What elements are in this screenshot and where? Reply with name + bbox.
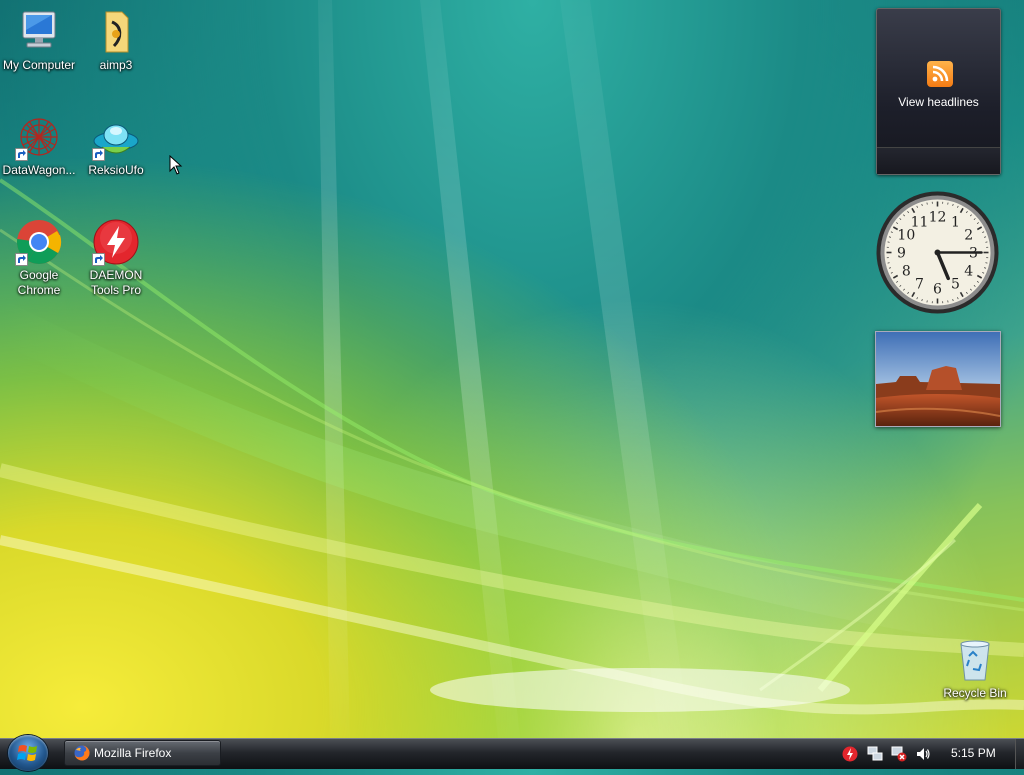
shortcut-arrow-icon [15, 253, 28, 266]
desktop-icon-daemon-tools-pro[interactable]: DAEMON Tools Pro [77, 218, 155, 298]
computer-icon [15, 8, 63, 56]
view-headlines-link[interactable]: View headlines [877, 95, 1000, 109]
volume-icon[interactable] [915, 746, 931, 762]
shortcut-arrow-icon [92, 253, 105, 266]
shortcut-arrow-icon [15, 148, 28, 161]
shortcut-arrow-icon [92, 148, 105, 161]
system-tray: 5:15 PM [836, 739, 1024, 769]
desktop-icon-my-computer[interactable]: My Computer [0, 8, 78, 73]
clock-numeral: 9 [897, 246, 906, 262]
rss-icon [927, 61, 953, 87]
show-desktop-button[interactable] [1015, 739, 1024, 769]
ufo-icon [92, 113, 140, 161]
icon-label: DAEMON Tools Pro [77, 268, 155, 298]
clock-numeral: 7 [915, 277, 924, 293]
desktop-icon-aimp3[interactable]: aimp3 [77, 8, 155, 73]
firefox-icon [74, 745, 90, 761]
taskbar: Mozilla Firefox 5:15 PM [0, 738, 1024, 769]
icon-label: My Computer [0, 58, 78, 73]
clock-numeral: 2 [964, 228, 973, 244]
desktop-icon-reksioufo[interactable]: ReksioUfo [77, 113, 155, 178]
feed-headlines-gadget[interactable]: View headlines [876, 8, 1001, 175]
slideshow-gadget[interactable] [875, 331, 1001, 427]
daemon-tools-icon [92, 218, 140, 266]
taskbar-button-firefox[interactable]: Mozilla Firefox [64, 740, 221, 766]
clock-numeral: 12 [929, 210, 947, 226]
clock-numeral: 1 [951, 214, 960, 230]
wallpaper [0, 0, 1024, 738]
icon-label: ReksioUfo [77, 163, 155, 178]
clock-numeral: 6 [933, 282, 942, 298]
clock-numeral: 11 [911, 214, 929, 230]
taskbar-button-label: Mozilla Firefox [94, 746, 171, 760]
clock-numeral: 4 [964, 264, 973, 280]
gadget-footer [877, 147, 1000, 174]
desktop[interactable]: My Computer aimp3 [0, 0, 1024, 738]
clock-numeral: 8 [902, 264, 911, 280]
network-error-icon[interactable] [891, 746, 907, 762]
mouse-cursor-icon [169, 155, 183, 175]
desert-mesa-photo [876, 332, 1000, 426]
clock-numeral: 5 [951, 277, 960, 293]
desktop-icon-recycle-bin[interactable]: Recycle Bin [936, 636, 1014, 701]
desktop-icon-google-chrome[interactable]: Google Chrome [0, 218, 78, 298]
daemon-tools-icon[interactable] [842, 746, 858, 762]
desktop-icon-datawagon[interactable]: DataWagon... [0, 113, 78, 178]
icon-label: Recycle Bin [936, 686, 1014, 701]
network-icon[interactable] [867, 746, 883, 762]
taskbar-clock[interactable]: 5:15 PM [951, 746, 996, 760]
icon-label: aimp3 [77, 58, 155, 73]
chrome-icon [15, 218, 63, 266]
windows-logo-icon [8, 735, 48, 771]
datawagon-icon [15, 113, 63, 161]
icon-label: DataWagon... [0, 163, 78, 178]
clock-gadget[interactable]: 121234567891011 [875, 190, 1000, 315]
icon-label: Google Chrome [0, 268, 78, 298]
folder-icon [92, 8, 140, 56]
recycle-bin-icon [951, 636, 999, 684]
start-button[interactable] [8, 735, 48, 771]
